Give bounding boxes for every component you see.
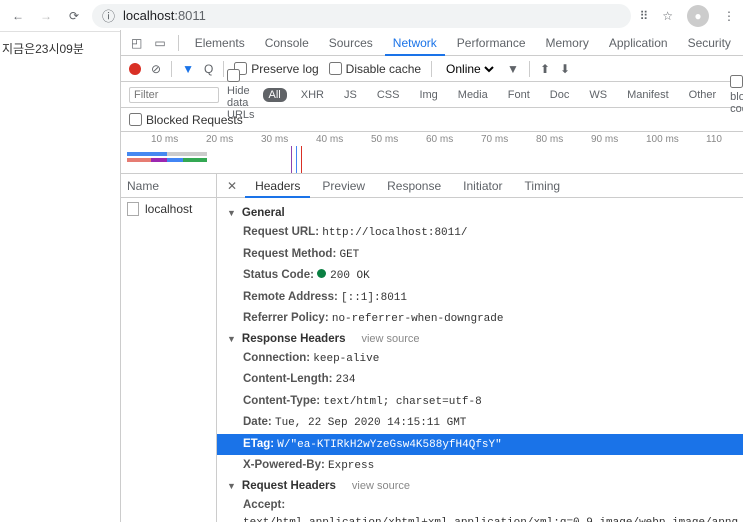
filter-type-manifest[interactable]: Manifest xyxy=(621,88,675,102)
close-detail-icon[interactable]: ✕ xyxy=(221,179,243,193)
timeline-bar xyxy=(127,158,207,162)
upload-icon[interactable]: ⬆ xyxy=(540,62,550,76)
browser-toolbar: ← → ⟳ ⓘ localhost:8011 ⠿ ☆ ● ⋮ xyxy=(0,0,743,32)
devtools-tabs: ◰ ▭ Elements Console Sources Network Per… xyxy=(121,30,743,56)
search-icon[interactable]: Q xyxy=(204,62,213,76)
filter-type-all[interactable]: All xyxy=(263,88,287,102)
detail-tab-timing[interactable]: Timing xyxy=(515,174,571,198)
back-button[interactable]: ← xyxy=(8,6,28,26)
filter-type-font[interactable]: Font xyxy=(502,88,536,102)
view-source-link[interactable]: view source xyxy=(361,333,419,345)
detail-tab-initiator[interactable]: Initiator xyxy=(453,174,512,198)
record-button[interactable] xyxy=(129,63,141,75)
url-host: localhost xyxy=(123,8,174,23)
inspect-icon[interactable]: ◰ xyxy=(127,36,146,50)
tab-network[interactable]: Network xyxy=(385,30,445,56)
filter-type-media[interactable]: Media xyxy=(452,88,494,102)
tab-security[interactable]: Security xyxy=(680,30,739,56)
url-port: :8011 xyxy=(174,8,206,23)
throttling-select[interactable]: Online xyxy=(442,61,497,77)
request-detail-pane: ✕ Headers Preview Response Initiator Tim… xyxy=(217,174,743,522)
disable-cache-checkbox[interactable]: Disable cache xyxy=(329,62,421,76)
filter-type-other[interactable]: Other xyxy=(683,88,723,102)
view-source-link[interactable]: view source xyxy=(352,480,410,492)
section-general[interactable]: ▼General xyxy=(217,204,743,222)
translate-icon[interactable]: ⠿ xyxy=(639,9,648,23)
document-icon xyxy=(127,202,139,216)
section-response-headers[interactable]: ▼Response Headersview source xyxy=(217,330,743,348)
tab-performance[interactable]: Performance xyxy=(449,30,534,56)
filter-type-js[interactable]: JS xyxy=(338,88,363,102)
filter-toggle-icon[interactable]: ▼ xyxy=(182,62,194,76)
blocked-requests-row[interactable]: Blocked Requests xyxy=(121,108,743,132)
reload-button[interactable]: ⟳ xyxy=(64,6,84,26)
timeline-bar xyxy=(127,152,207,156)
tab-memory[interactable]: Memory xyxy=(538,30,597,56)
request-item-localhost[interactable]: localhost xyxy=(121,198,216,220)
status-dot-icon xyxy=(317,269,326,278)
filter-type-doc[interactable]: Doc xyxy=(544,88,576,102)
download-icon[interactable]: ⬇ xyxy=(560,62,570,76)
devtools-panel: ◰ ▭ Elements Console Sources Network Per… xyxy=(120,30,743,522)
tab-sources[interactable]: Sources xyxy=(321,30,381,56)
tab-application[interactable]: Application xyxy=(601,30,676,56)
page-body-text: 지금은23시09분 xyxy=(2,40,84,57)
detail-tab-response[interactable]: Response xyxy=(377,174,451,198)
network-toolbar: ⊘ ▼ Q Preserve log Disable cache Online … xyxy=(121,56,743,82)
filter-type-ws[interactable]: WS xyxy=(583,88,613,102)
detail-tab-preview[interactable]: Preview xyxy=(312,174,375,198)
filter-type-css[interactable]: CSS xyxy=(371,88,406,102)
section-request-headers[interactable]: ▼Request Headersview source xyxy=(217,477,743,495)
forward-button[interactable]: → xyxy=(36,6,56,26)
header-etag-highlighted[interactable]: ETag: W/"ea-KTIRkH2wYzeGsw4K588yfH4QfsY" xyxy=(217,434,743,456)
detail-tab-headers[interactable]: Headers xyxy=(245,174,310,198)
request-list-header[interactable]: Name xyxy=(121,174,216,198)
address-bar[interactable]: ⓘ localhost:8011 xyxy=(92,4,631,28)
timeline-overview[interactable]: 10 ms 20 ms 30 ms 40 ms 50 ms 60 ms 70 m… xyxy=(121,132,743,174)
request-list: Name localhost xyxy=(121,174,217,522)
menu-icon[interactable]: ⋮ xyxy=(723,9,735,23)
tab-elements[interactable]: Elements xyxy=(187,30,253,56)
filter-bar: Hide data URLs All XHR JS CSS Img Media … xyxy=(121,82,743,108)
device-icon[interactable]: ▭ xyxy=(150,36,169,50)
tab-console[interactable]: Console xyxy=(257,30,317,56)
filter-type-xhr[interactable]: XHR xyxy=(295,88,330,102)
bookmark-icon[interactable]: ☆ xyxy=(662,9,673,23)
clear-button[interactable]: ⊘ xyxy=(151,62,161,76)
headers-body: ▼General Request URL: http://localhost:8… xyxy=(217,198,743,522)
profile-icon[interactable]: ● xyxy=(687,5,709,27)
info-icon: ⓘ xyxy=(102,6,115,25)
filter-input[interactable] xyxy=(129,87,219,103)
filter-type-img[interactable]: Img xyxy=(413,88,443,102)
